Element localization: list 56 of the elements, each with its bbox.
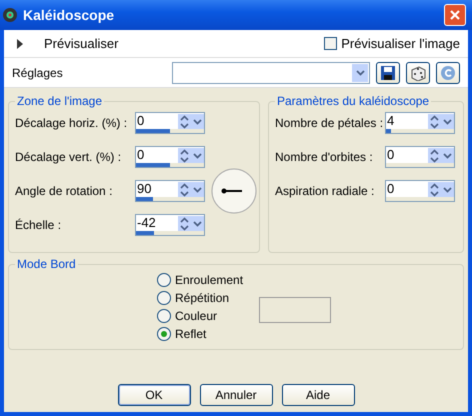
presets-dropdown[interactable] <box>172 62 370 84</box>
close-button[interactable] <box>444 4 466 26</box>
caret-icon[interactable] <box>441 148 454 164</box>
checkbox[interactable] <box>324 37 338 50</box>
dialog-button[interactable]: Annuler <box>200 384 272 406</box>
dialog-button[interactable]: Aide <box>282 384 354 406</box>
field-label: Échelle : <box>15 218 62 232</box>
caret-icon[interactable] <box>441 114 454 130</box>
stepper-icon[interactable] <box>428 114 441 130</box>
stepper-icon[interactable] <box>178 182 191 198</box>
caret-icon[interactable] <box>191 148 204 164</box>
rotation-dial[interactable] <box>211 168 257 214</box>
field-label: Nombre d'orbites : <box>275 150 374 164</box>
spin-field[interactable]: 0 <box>135 146 205 168</box>
group-title: Paramètres du kaléidoscope <box>276 94 430 108</box>
field-label: Décalage vert. (%) : <box>15 150 122 164</box>
floppy-icon <box>380 64 396 80</box>
caret-icon[interactable] <box>191 216 204 232</box>
stepper-icon[interactable] <box>178 114 191 130</box>
group-title: Zone de l'image <box>16 94 104 108</box>
field-label: Nombre de pétales : <box>275 116 384 130</box>
save-button[interactable] <box>376 62 400 84</box>
spin-field[interactable]: 0 <box>385 180 455 202</box>
app-icon <box>2 7 18 23</box>
radio-option[interactable]: Couleur <box>157 309 245 323</box>
reset-button[interactable] <box>436 62 460 84</box>
spin-field[interactable]: -42 <box>135 214 205 236</box>
stepper-icon[interactable] <box>178 148 191 164</box>
caret-icon[interactable] <box>191 114 204 130</box>
stepper-icon[interactable] <box>428 182 441 198</box>
stepper-icon[interactable] <box>428 148 441 164</box>
color-swatch[interactable] <box>259 297 331 323</box>
field-label: Angle de rotation : <box>15 184 114 198</box>
caret-icon[interactable] <box>191 182 204 198</box>
radio-dot-icon <box>161 331 167 337</box>
caret-icon <box>356 70 364 76</box>
field-label: Aspiration radiale : <box>275 184 376 198</box>
group-title: Mode Bord <box>16 257 77 271</box>
close-icon <box>449 9 461 21</box>
spin-field[interactable]: 0 <box>385 146 455 168</box>
spin-field[interactable]: 0 <box>135 112 205 134</box>
radio-option[interactable]: Enroulement <box>157 273 245 287</box>
stepper-icon[interactable] <box>178 216 191 232</box>
preview-toggle[interactable]: Prévisualiser <box>12 36 118 51</box>
dialog-button[interactable]: OK <box>118 384 190 406</box>
radio-option[interactable]: Reflet <box>157 327 245 341</box>
window-title: Kaléidoscope <box>23 7 116 23</box>
checkbox-label: Prévisualiser l'image <box>341 36 460 51</box>
caret-icon[interactable] <box>441 182 454 198</box>
radio-option[interactable]: Répétition <box>157 291 245 305</box>
dice-button[interactable] <box>406 62 430 84</box>
presets-label: Réglages <box>12 66 63 80</box>
spin-field[interactable]: 90 <box>135 180 205 202</box>
dice-icon <box>410 64 426 80</box>
spin-field[interactable]: 4 <box>385 112 455 134</box>
field-label: Décalage horiz. (%) : <box>15 116 128 130</box>
